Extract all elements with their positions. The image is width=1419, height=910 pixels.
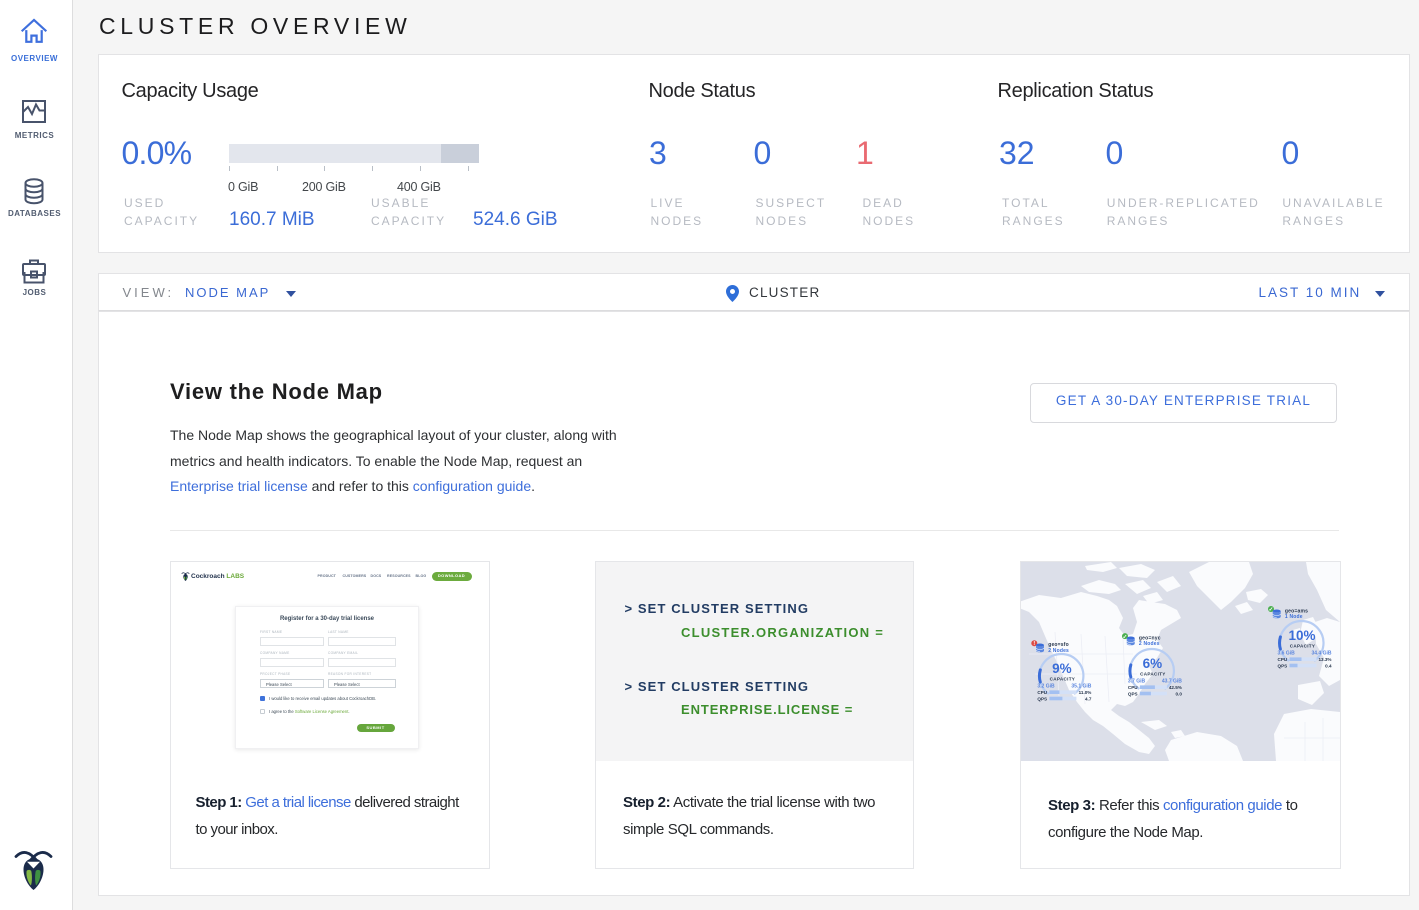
svg-text:2 Nodes: 2 Nodes <box>1048 648 1069 654</box>
svg-text:4.7: 4.7 <box>1085 696 1092 701</box>
svg-text:✓: ✓ <box>1269 607 1274 613</box>
svg-text:0.0: 0.0 <box>1176 691 1183 696</box>
svg-text:!: ! <box>1033 641 1035 647</box>
svg-text:3.6 GiB: 3.6 GiB <box>1278 651 1296 657</box>
svg-text:11.0%: 11.0% <box>1079 690 1092 695</box>
svg-text:2 Nodes: 2 Nodes <box>1139 641 1160 647</box>
svg-text:CPU: CPU <box>1037 690 1047 695</box>
svg-text:QPS: QPS <box>1278 663 1288 668</box>
svg-text:9%: 9% <box>1052 661 1072 676</box>
svg-text:QPS: QPS <box>1037 696 1047 701</box>
svg-text:3.2 GiB: 3.2 GiB <box>1037 684 1055 690</box>
svg-text:13.3%: 13.3% <box>1318 657 1331 662</box>
svg-text:3.7 GiB: 3.7 GiB <box>1128 679 1146 685</box>
svg-text:6%: 6% <box>1143 656 1163 671</box>
svg-text:43.7 GiB: 43.7 GiB <box>1162 679 1182 685</box>
svg-text:35.1 GiB: 35.1 GiB <box>1071 684 1091 690</box>
svg-text:✓: ✓ <box>1123 634 1128 640</box>
svg-text:CAPACITY: CAPACITY <box>1050 677 1076 682</box>
svg-text:1 Node: 1 Node <box>1285 614 1303 620</box>
svg-text:0.4: 0.4 <box>1325 663 1332 668</box>
svg-text:CPU: CPU <box>1278 657 1288 662</box>
svg-text:34.4 GiB: 34.4 GiB <box>1311 651 1331 657</box>
svg-text:QPS: QPS <box>1128 691 1138 696</box>
svg-text:42.5%: 42.5% <box>1169 685 1182 690</box>
svg-text:10%: 10% <box>1288 628 1315 643</box>
svg-text:CAPACITY: CAPACITY <box>1290 644 1316 649</box>
svg-text:CPU: CPU <box>1128 685 1138 690</box>
svg-text:CAPACITY: CAPACITY <box>1140 672 1166 677</box>
